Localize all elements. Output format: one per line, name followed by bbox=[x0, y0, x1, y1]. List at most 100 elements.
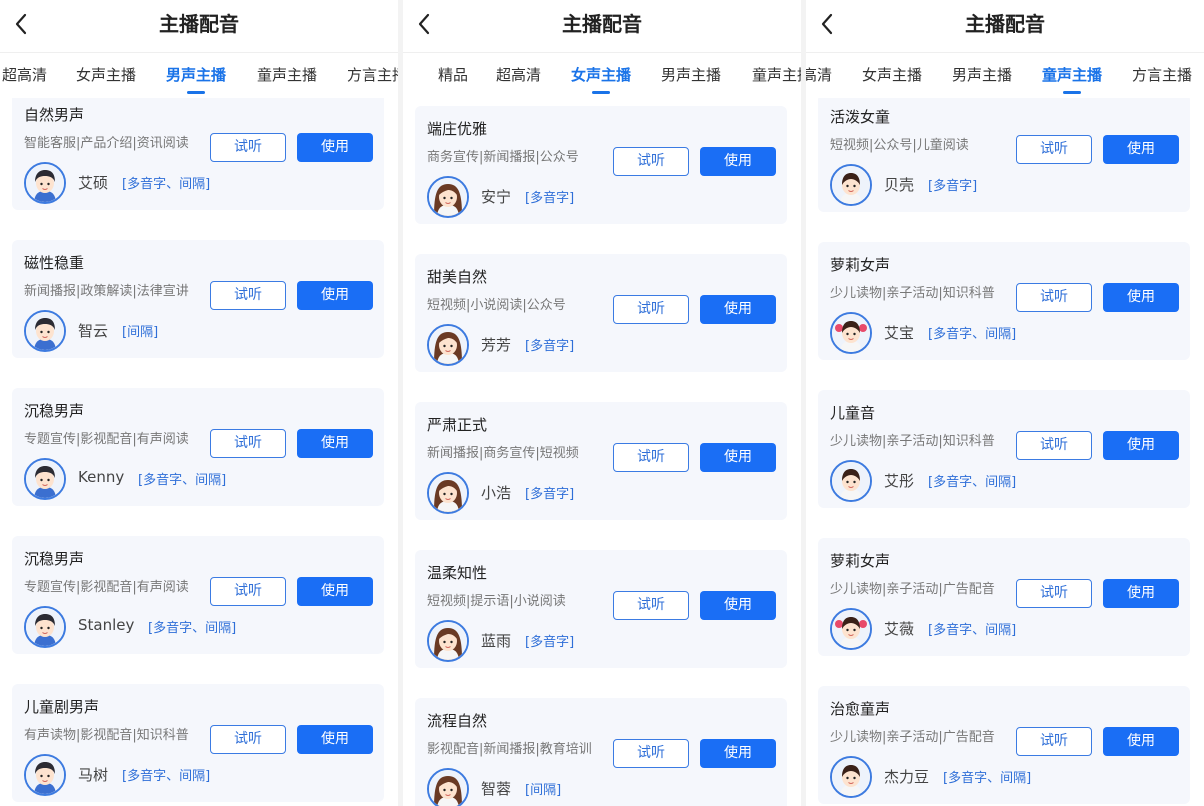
use-button[interactable]: 使用 bbox=[297, 577, 373, 606]
tab-dialect[interactable]: 方言主播 bbox=[1132, 53, 1192, 97]
avatar-image bbox=[26, 608, 64, 646]
tab-premium[interactable]: 精品 bbox=[438, 53, 468, 97]
use-button[interactable]: 使用 bbox=[297, 725, 373, 754]
voice-use-tags: 短视频|公众号|儿童阅读 bbox=[830, 138, 969, 153]
use-button[interactable]: 使用 bbox=[700, 739, 776, 768]
screen-male-voices: 主播配音 超高清 女声主播 男声主播 童声主播 方言主播 自然男声智能客服|产品… bbox=[0, 0, 398, 806]
use-button[interactable]: 使用 bbox=[700, 147, 776, 176]
use-button[interactable]: 使用 bbox=[1103, 727, 1179, 756]
avatar-image bbox=[26, 460, 64, 498]
preview-button[interactable]: 试听 bbox=[613, 591, 689, 620]
voice-features: [多音字、间隔] bbox=[928, 623, 1017, 638]
voice-anchor-name: 马树 bbox=[78, 766, 109, 784]
voice-anchor-name: Kenny bbox=[78, 468, 125, 486]
preview-button[interactable]: 试听 bbox=[1016, 579, 1092, 608]
tab-male[interactable]: 男声主播 bbox=[952, 53, 1012, 97]
voice-style-name: 自然男声 bbox=[24, 106, 85, 124]
tab-child[interactable]: 童声主播 bbox=[257, 53, 317, 97]
tab-female[interactable]: 女声主播 bbox=[862, 53, 922, 97]
tab-dialect[interactable]: 方言主播 bbox=[347, 53, 398, 97]
use-button[interactable]: 使用 bbox=[297, 133, 373, 162]
use-button[interactable]: 使用 bbox=[297, 429, 373, 458]
preview-button[interactable]: 试听 bbox=[1016, 283, 1092, 312]
voice-card: 端庄优雅 商务宣传|新闻播报|公众号 安宁 [多音字] 试听 使用 bbox=[415, 106, 787, 224]
voice-features: [多音字] bbox=[928, 179, 978, 194]
voice-features: [多音字、间隔] bbox=[943, 771, 1032, 786]
voice-features: [多音字、间隔] bbox=[928, 327, 1017, 342]
voice-anchor-name: 艾薇 bbox=[884, 620, 915, 638]
voice-anchor-name: 蓝雨 bbox=[481, 632, 512, 650]
use-button[interactable]: 使用 bbox=[297, 281, 373, 310]
voice-features: [多音字] bbox=[525, 635, 575, 650]
voice-card: 自然男声 智能客服|产品介绍|资讯阅读 艾硕 [多音字、间隔] 试听 使用 bbox=[12, 98, 384, 210]
voice-use-tags: 少儿读物|亲子活动|广告配音 bbox=[830, 582, 995, 597]
voice-style-name: 沉稳男声 bbox=[24, 550, 85, 568]
use-button[interactable]: 使用 bbox=[1103, 431, 1179, 460]
use-button[interactable]: 使用 bbox=[700, 443, 776, 472]
preview-button[interactable]: 试听 bbox=[210, 429, 286, 458]
preview-button[interactable]: 试听 bbox=[613, 443, 689, 472]
tab-child[interactable]: 童声主播 bbox=[752, 53, 801, 97]
voice-style-name: 活泼女童 bbox=[830, 108, 891, 126]
tab-female[interactable]: 女声主播 bbox=[571, 53, 631, 97]
avatar-image bbox=[832, 166, 870, 204]
preview-button[interactable]: 试听 bbox=[1016, 135, 1092, 164]
voice-anchor-name: 杰力豆 bbox=[884, 768, 930, 786]
preview-button[interactable]: 试听 bbox=[613, 295, 689, 324]
voice-use-tags: 短视频|提示语|小说阅读 bbox=[427, 594, 566, 609]
tab-female[interactable]: 女声主播 bbox=[76, 53, 136, 97]
page-title: 主播配音 bbox=[562, 12, 642, 36]
voice-card: 儿童剧男声 有声读物|影视配音|知识科普 马树 [多音字、间隔] 试听 使用 bbox=[12, 684, 384, 802]
category-tabs: 高清 女声主播 男声主播 童声主播 方言主播 bbox=[806, 52, 1204, 98]
tab-female-label: 女声主播 bbox=[571, 66, 632, 84]
nav-bar: 主播配音 bbox=[806, 0, 1204, 50]
voice-use-tags: 新闻播报|政策解读|法律宣讲 bbox=[24, 284, 189, 299]
tab-male[interactable]: 男声主播 bbox=[661, 53, 721, 97]
preview-button[interactable]: 试听 bbox=[1016, 727, 1092, 756]
voice-features: [多音字、间隔] bbox=[122, 769, 211, 784]
tab-ultra-hd[interactable]: 超高清 bbox=[2, 53, 47, 97]
tab-child-label: 童声主播 bbox=[1042, 66, 1103, 84]
avatar bbox=[830, 608, 872, 650]
avatar bbox=[24, 458, 66, 500]
voice-card: 治愈童声 少儿读物|亲子活动|广告配音 杰力豆 [多音字、间隔] 试听 使用 bbox=[818, 686, 1190, 804]
preview-button[interactable]: 试听 bbox=[210, 281, 286, 310]
avatar bbox=[427, 176, 469, 218]
page-title: 主播配音 bbox=[965, 12, 1045, 36]
preview-button[interactable]: 试听 bbox=[613, 739, 689, 768]
use-button[interactable]: 使用 bbox=[1103, 135, 1179, 164]
nav-bar: 主播配音 bbox=[403, 0, 801, 50]
voice-use-tags: 专题宣传|影视配音|有声阅读 bbox=[24, 432, 189, 447]
voice-anchor-name: Stanley bbox=[78, 616, 135, 634]
voice-anchor-name: 安宁 bbox=[481, 188, 512, 206]
voice-anchor-name: 小浩 bbox=[481, 484, 512, 502]
preview-button[interactable]: 试听 bbox=[613, 147, 689, 176]
avatar-image bbox=[429, 770, 467, 806]
use-button[interactable]: 使用 bbox=[700, 591, 776, 620]
voice-use-tags: 商务宣传|新闻播报|公众号 bbox=[427, 150, 579, 165]
voice-use-tags: 短视频|小说阅读|公众号 bbox=[427, 298, 566, 313]
preview-button[interactable]: 试听 bbox=[1016, 431, 1092, 460]
voice-card: 严肃正式 新闻播报|商务宣传|短视频 小浩 [多音字] 试听 使用 bbox=[415, 402, 787, 520]
voice-features: [多音字] bbox=[525, 339, 575, 354]
tab-ultra-hd[interactable]: 超高清 bbox=[496, 53, 541, 97]
voice-use-tags: 新闻播报|商务宣传|短视频 bbox=[427, 446, 579, 461]
voice-use-tags: 专题宣传|影视配音|有声阅读 bbox=[24, 580, 189, 595]
voice-card: 流程自然 影视配音|新闻播报|教育培训 智蓉 [间隔] 试听 使用 bbox=[415, 698, 787, 806]
preview-button[interactable]: 试听 bbox=[210, 133, 286, 162]
avatar bbox=[24, 310, 66, 352]
avatar-image bbox=[429, 622, 467, 660]
tab-child[interactable]: 童声主播 bbox=[1042, 53, 1102, 97]
avatar-image bbox=[429, 326, 467, 364]
preview-button[interactable]: 试听 bbox=[210, 725, 286, 754]
tab-male[interactable]: 男声主播 bbox=[166, 53, 226, 97]
use-button[interactable]: 使用 bbox=[1103, 283, 1179, 312]
preview-button[interactable]: 试听 bbox=[210, 577, 286, 606]
use-button[interactable]: 使用 bbox=[1103, 579, 1179, 608]
avatar bbox=[24, 754, 66, 796]
tab-hd[interactable]: 高清 bbox=[806, 53, 832, 97]
voice-style-name: 儿童音 bbox=[830, 404, 876, 422]
voice-anchor-name: 艾宝 bbox=[884, 324, 915, 342]
use-button[interactable]: 使用 bbox=[700, 295, 776, 324]
voice-style-name: 流程自然 bbox=[427, 712, 488, 730]
